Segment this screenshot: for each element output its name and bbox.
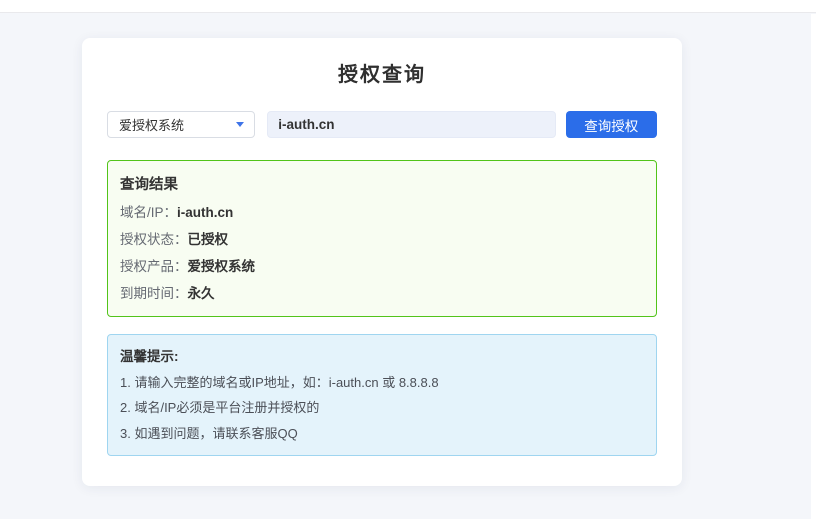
result-label: 域名/IP：	[120, 205, 177, 220]
result-value: 已授权	[188, 232, 229, 247]
auth-query-card: 授权查询 爱授权系统 查询授权 查询结果 域名/IP：i-auth.cn 授权状…	[82, 38, 682, 486]
result-label: 授权状态：	[120, 232, 188, 247]
query-auth-button[interactable]: 查询授权	[566, 111, 657, 138]
result-panel-title: 查询结果	[120, 176, 642, 195]
query-result-panel: 查询结果 域名/IP：i-auth.cn 授权状态：已授权 授权产品：爱授权系统…	[107, 160, 657, 317]
tip-item-1: 1. 请输入完整的域名或IP地址，如：i-auth.cn 或 8.8.8.8	[120, 374, 642, 392]
result-value: i-auth.cn	[177, 205, 233, 220]
tip-item-3: 3. 如遇到问题，请联系客服QQ	[120, 425, 642, 443]
result-row-status: 授权状态：已授权	[120, 231, 642, 249]
result-label: 到期时间：	[120, 286, 188, 301]
chevron-down-icon	[236, 122, 244, 127]
tips-panel-title: 温馨提示:	[120, 348, 642, 366]
page-title: 授权查询	[107, 64, 657, 86]
result-value: 永久	[188, 286, 215, 301]
product-select[interactable]: 爱授权系统	[107, 111, 255, 138]
top-bar	[0, 0, 816, 13]
domain-input[interactable]	[267, 111, 555, 138]
query-form-row: 爱授权系统 查询授权	[107, 111, 657, 138]
tips-panel: 温馨提示: 1. 请输入完整的域名或IP地址，如：i-auth.cn 或 8.8…	[107, 334, 657, 456]
result-value: 爱授权系统	[188, 259, 256, 274]
tip-item-2: 2. 域名/IP必须是平台注册并授权的	[120, 399, 642, 417]
result-label: 授权产品：	[120, 259, 188, 274]
result-row-product: 授权产品：爱授权系统	[120, 258, 642, 276]
result-row-expiry: 到期时间：永久	[120, 285, 642, 303]
product-select-value: 爱授权系统	[119, 115, 184, 134]
scrollbar-track[interactable]	[811, 14, 816, 519]
result-row-domain: 域名/IP：i-auth.cn	[120, 204, 642, 222]
